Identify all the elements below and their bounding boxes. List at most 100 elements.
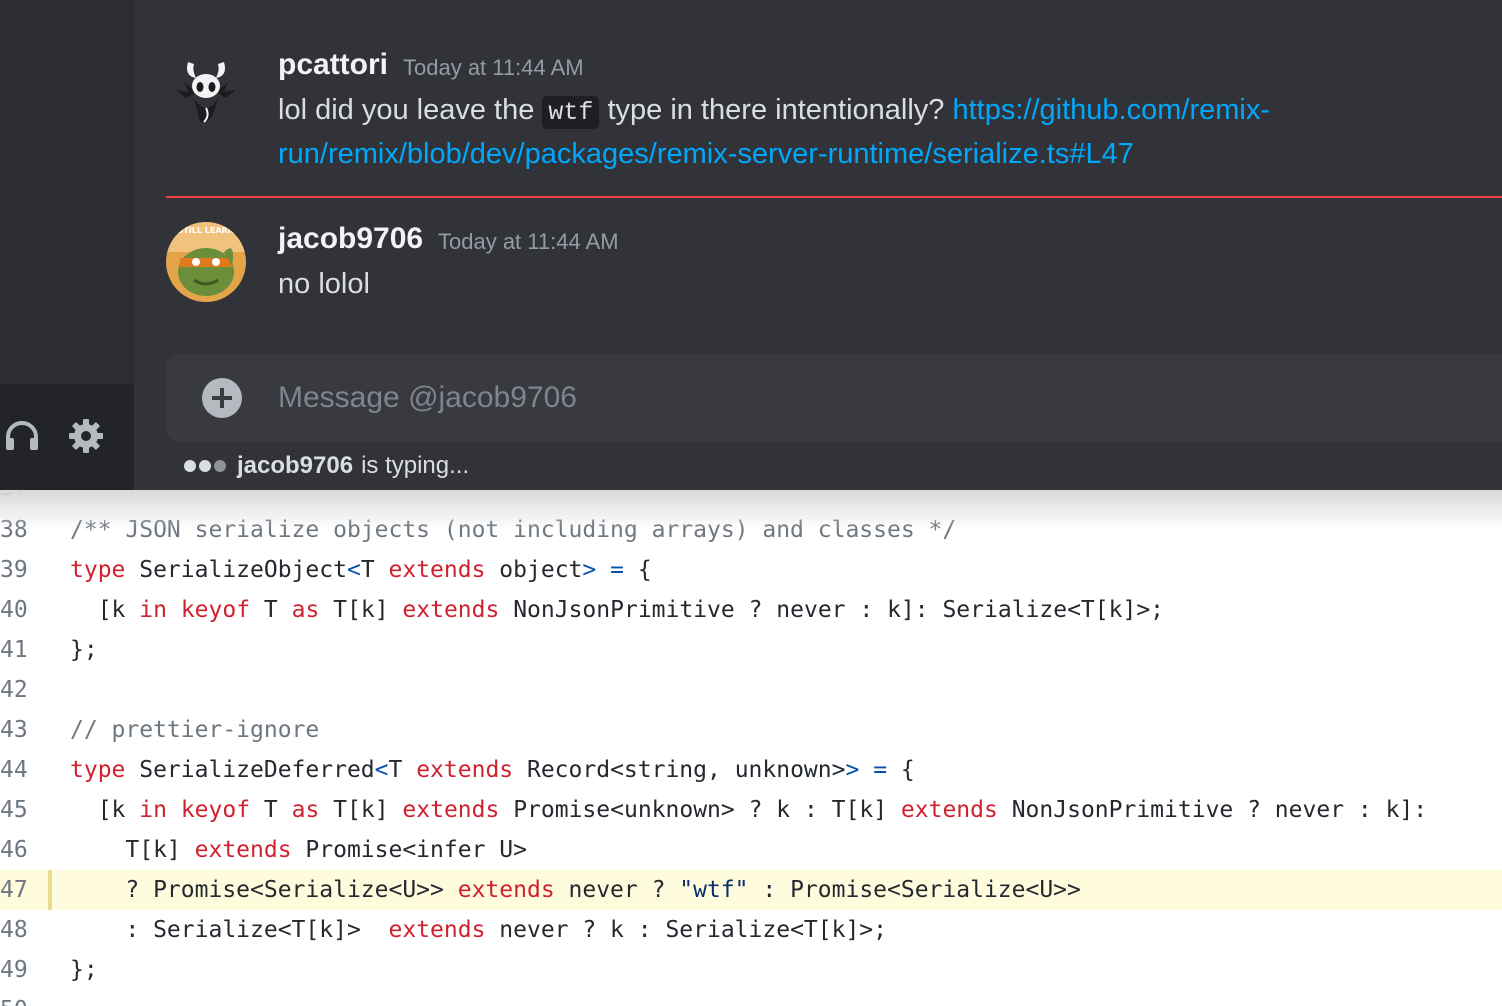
code-text: ? Promise<Serialize<U>> extends never ? … xyxy=(70,870,1081,910)
code-token: SerializeDeferred xyxy=(125,757,375,783)
code-token: T[k] xyxy=(70,837,195,863)
line-number[interactable]: 45 xyxy=(0,790,40,830)
code-token: = xyxy=(610,557,624,583)
discord-chat: pcattori Today at 11:44 AM lol did you l… xyxy=(0,0,1502,490)
code-token: }; xyxy=(70,637,98,663)
avatar-pcattori[interactable] xyxy=(166,52,246,132)
code-token: extends xyxy=(194,837,292,863)
code-line: 48 : Serialize<T[k]> extends never ? k :… xyxy=(0,910,1502,950)
line-number[interactable]: 46 xyxy=(0,830,40,870)
line-number[interactable]: 43 xyxy=(0,710,40,750)
code-text: T[k] extends Promise<infer U> xyxy=(70,830,527,870)
gear-icon[interactable] xyxy=(66,416,106,456)
code-line: 49}; xyxy=(0,950,1502,990)
code-line: 44 type SerializeDeferred<T extends Recor… xyxy=(0,750,1502,790)
code-token: > xyxy=(845,757,860,783)
line-number[interactable]: 39 xyxy=(0,550,40,590)
scroll-shadow xyxy=(0,490,1502,530)
new-messages-divider xyxy=(166,196,1502,198)
code-token: : Promise<Serialize<U>> xyxy=(748,877,1081,903)
code-token: T xyxy=(360,557,389,583)
code-token: T[k] xyxy=(319,797,403,823)
message-timestamp: Today at 11:44 AM xyxy=(403,55,584,80)
code-text: // prettier-ignore xyxy=(70,710,319,750)
code-token: = xyxy=(873,757,888,783)
message-timestamp: Today at 11:44 AM xyxy=(438,229,619,254)
code-token: T xyxy=(250,597,292,623)
code-token: extends xyxy=(402,597,500,623)
code-token: in xyxy=(139,797,167,823)
add-attachment-icon[interactable] xyxy=(202,378,242,418)
code-token: extends xyxy=(457,877,555,903)
code-text: }; xyxy=(70,950,98,990)
code-token: < xyxy=(346,557,361,583)
code-token: Promise<infer U> xyxy=(291,837,527,863)
typing-user: jacob9706 xyxy=(237,452,354,479)
message-author[interactable]: jacob9706 xyxy=(278,222,423,256)
code-token: as xyxy=(291,797,320,823)
message-link[interactable]: run/remix/blob/dev/packages/remix-server… xyxy=(278,132,1134,176)
line-number[interactable]: 48 xyxy=(0,910,40,950)
code-token: ? Promise<Serialize<U>> xyxy=(70,877,458,903)
code-token: [k xyxy=(70,597,140,623)
code-token: NonJsonPrimitive ? never : k]: Serialize… xyxy=(499,597,1165,623)
code-token: "wtf" xyxy=(679,877,749,903)
code-token: never ? xyxy=(554,877,680,903)
code-view: 37 38/** JSON serialize objects (not inc… xyxy=(0,490,1502,1006)
code-line-partial: 50 xyxy=(0,990,1502,1006)
code-token: extends xyxy=(402,797,500,823)
line-number[interactable]: 49 xyxy=(0,950,40,990)
code-line: 39 type SerializeObject<T extends object>… xyxy=(0,550,1502,590)
code-token: NonJsonPrimitive ? never : k]: xyxy=(997,797,1428,823)
code-token: Promise<unknown> ? k : T[k] xyxy=(499,797,901,823)
line-number[interactable]: 40 xyxy=(0,590,40,630)
code-token: { xyxy=(623,557,652,583)
line-number[interactable]: 47 xyxy=(0,870,40,910)
code-token: }; xyxy=(70,957,98,983)
typing-indicator: jacob9706 is typing... xyxy=(184,450,469,482)
code-token: never ? k : Serialize<T[k]>; xyxy=(485,917,888,943)
code-token: : Serialize<T[k]> xyxy=(70,917,389,943)
code-line: 45 [k in keyof T as T[k] extends Promise… xyxy=(0,790,1502,830)
code-token: in xyxy=(139,597,167,623)
line-number[interactable]: 44 xyxy=(0,750,40,790)
code-line: 41}; xyxy=(0,630,1502,670)
code-text: }; xyxy=(70,630,98,670)
code-line: 40 [k in keyof T as T[k] extends NonJson… xyxy=(0,590,1502,630)
code-token: extends xyxy=(416,757,514,783)
code-token: { xyxy=(887,757,915,783)
code-token: Record<string, unknown> xyxy=(513,757,846,783)
code-line-highlighted: 47 ? Promise<Serialize<U>> extends never… xyxy=(0,870,1502,910)
inline-code: wtf xyxy=(542,96,600,129)
line-number[interactable]: 42 xyxy=(0,670,40,710)
code-token: type xyxy=(70,557,126,583)
headphones-icon[interactable] xyxy=(2,416,42,456)
message-composer xyxy=(166,354,1502,442)
avatar-jacob9706[interactable]: STILL LEARN xyxy=(166,222,246,302)
code-token: type xyxy=(70,757,126,783)
message-input[interactable] xyxy=(278,376,1458,420)
code-token: T[k] xyxy=(319,597,403,623)
message-author[interactable]: pcattori xyxy=(278,48,388,82)
code-token: SerializeObject xyxy=(125,557,347,583)
code-text: : Serialize<T[k]> extends never ? k : Se… xyxy=(70,910,887,950)
code-token: keyof xyxy=(180,597,251,623)
code-token: // prettier-ignore xyxy=(70,717,320,743)
code-text: type SerializeDeferred<T extends Record<… xyxy=(70,750,915,790)
typing-dots-icon xyxy=(184,460,229,472)
code-line: 43 // prettier-ignore xyxy=(0,710,1502,750)
code-text: type SerializeObject<T extends object> =… xyxy=(70,550,652,590)
message-link[interactable]: https://github.com/remix- xyxy=(952,94,1270,126)
line-number[interactable]: 41 xyxy=(0,630,40,670)
code-text: [k in keyof T as T[k] extends Promise<un… xyxy=(70,790,1427,830)
message-text: lol did you leave the xyxy=(278,94,543,126)
message-text: no lolol xyxy=(278,268,370,300)
avatar-caption: STILL LEARN xyxy=(178,226,235,235)
code-token: T xyxy=(388,757,417,783)
code-line: 42 xyxy=(0,670,1502,710)
code-line: 46 T[k] extends Promise<infer U> xyxy=(0,830,1502,870)
code-token: > xyxy=(582,557,597,583)
